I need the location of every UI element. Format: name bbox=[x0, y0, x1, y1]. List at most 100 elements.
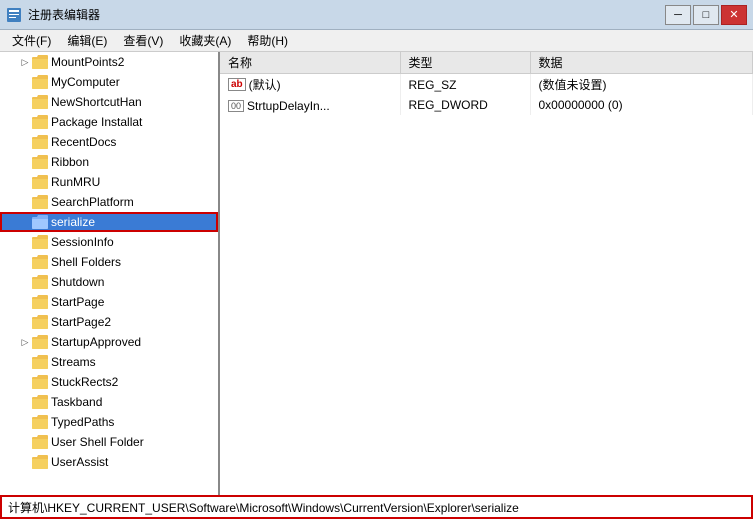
window-title: 注册表编辑器 bbox=[28, 6, 100, 23]
folder-icon bbox=[32, 295, 48, 309]
title-bar: 注册表编辑器 ─ □ ✕ bbox=[0, 0, 753, 30]
menu-edit[interactable]: 编辑(E) bbox=[59, 30, 115, 51]
tree-item-MountPoints2[interactable]: MountPoints2 bbox=[0, 52, 218, 72]
registry-table: 名称 类型 数据 ab (默认) REG_SZ (数值未设置) bbox=[220, 52, 753, 115]
table-row[interactable]: ab (默认) REG_SZ (数值未设置) bbox=[220, 74, 753, 96]
col-name: 名称 bbox=[220, 52, 400, 74]
tree-item-Streams[interactable]: Streams bbox=[0, 352, 218, 372]
expand-icon bbox=[18, 255, 32, 269]
title-bar-left: 注册表编辑器 bbox=[6, 6, 100, 23]
tree-item-Ribbon[interactable]: Ribbon bbox=[0, 152, 218, 172]
folder-icon bbox=[32, 415, 48, 429]
tree-item-ShellFolders[interactable]: Shell Folders bbox=[0, 252, 218, 272]
menu-file[interactable]: 文件(F) bbox=[4, 30, 59, 51]
tree-item-UserAssist[interactable]: UserAssist bbox=[0, 452, 218, 472]
menu-view[interactable]: 查看(V) bbox=[115, 30, 171, 51]
tree-label: Taskband bbox=[51, 395, 102, 409]
hex-icon: 00 bbox=[228, 100, 244, 112]
folder-icon bbox=[32, 215, 48, 229]
expand-icon bbox=[18, 175, 32, 189]
tree-label: StartupApproved bbox=[51, 335, 141, 349]
folder-icon bbox=[32, 435, 48, 449]
expand-icon bbox=[18, 215, 32, 229]
expand-icon bbox=[18, 315, 32, 329]
tree-label: StuckRects2 bbox=[51, 375, 118, 389]
tree-label: StartPage bbox=[51, 295, 104, 309]
folder-icon bbox=[32, 235, 48, 249]
folder-icon bbox=[32, 195, 48, 209]
tree-item-Shutdown[interactable]: Shutdown bbox=[0, 272, 218, 292]
col-type: 类型 bbox=[400, 52, 530, 74]
ab-icon: ab bbox=[228, 78, 246, 91]
table-row[interactable]: 00 StrtupDelayIn... REG_DWORD 0x00000000… bbox=[220, 95, 753, 115]
folder-icon bbox=[32, 455, 48, 469]
tree-label: serialize bbox=[51, 215, 95, 229]
tree-item-NewShortcutHan[interactable]: NewShortcutHan bbox=[0, 92, 218, 112]
folder-icon bbox=[32, 175, 48, 189]
tree-item-SessionInfo[interactable]: SessionInfo bbox=[0, 232, 218, 252]
expand-icon bbox=[18, 415, 32, 429]
expand-icon bbox=[18, 135, 32, 149]
folder-icon bbox=[32, 55, 48, 69]
right-panel[interactable]: 名称 类型 数据 ab (默认) REG_SZ (数值未设置) bbox=[220, 52, 753, 495]
folder-icon bbox=[32, 115, 48, 129]
folder-icon bbox=[32, 255, 48, 269]
tree-item-MyComputer[interactable]: MyComputer bbox=[0, 72, 218, 92]
folder-icon bbox=[32, 395, 48, 409]
maximize-button[interactable]: □ bbox=[693, 5, 719, 25]
folder-icon bbox=[32, 375, 48, 389]
main-content: MountPoints2 MyComputer NewShortcutHan P… bbox=[0, 52, 753, 495]
folder-icon bbox=[32, 135, 48, 149]
tree-label: Streams bbox=[51, 355, 96, 369]
expand-icon bbox=[18, 455, 32, 469]
expand-icon bbox=[18, 355, 32, 369]
tree-item-StuckRects2[interactable]: StuckRects2 bbox=[0, 372, 218, 392]
tree-item-UserShellFolder[interactable]: User Shell Folder bbox=[0, 432, 218, 452]
menu-bar: 文件(F) 编辑(E) 查看(V) 收藏夹(A) 帮助(H) bbox=[0, 30, 753, 52]
title-bar-buttons: ─ □ ✕ bbox=[665, 5, 747, 25]
expand-icon[interactable] bbox=[18, 55, 32, 69]
expand-icon bbox=[18, 395, 32, 409]
tree-label: MyComputer bbox=[51, 75, 120, 89]
close-button[interactable]: ✕ bbox=[721, 5, 747, 25]
tree-label: Shell Folders bbox=[51, 255, 121, 269]
tree-label: SearchPlatform bbox=[51, 195, 134, 209]
tree-item-Taskband[interactable]: Taskband bbox=[0, 392, 218, 412]
tree-label: StartPage2 bbox=[51, 315, 111, 329]
tree-panel[interactable]: MountPoints2 MyComputer NewShortcutHan P… bbox=[0, 52, 220, 495]
cell-type: REG_DWORD bbox=[400, 95, 530, 115]
tree-label: TypedPaths bbox=[51, 415, 114, 429]
tree-label: Shutdown bbox=[51, 275, 104, 289]
tree-item-RecentDocs[interactable]: RecentDocs bbox=[0, 132, 218, 152]
tree-item-StartPage[interactable]: StartPage bbox=[0, 292, 218, 312]
tree-item-SearchPlatform[interactable]: SearchPlatform bbox=[0, 192, 218, 212]
tree-item-StartPage2[interactable]: StartPage2 bbox=[0, 312, 218, 332]
folder-icon bbox=[32, 75, 48, 89]
tree-item-StartupApproved[interactable]: StartupApproved bbox=[0, 332, 218, 352]
expand-icon bbox=[18, 195, 32, 209]
regedit-icon bbox=[6, 7, 22, 23]
tree-item-TypedPaths[interactable]: TypedPaths bbox=[0, 412, 218, 432]
tree-label: Package Installat bbox=[51, 115, 142, 129]
tree-item-RunMRU[interactable]: RunMRU bbox=[0, 172, 218, 192]
tree-label: User Shell Folder bbox=[51, 435, 144, 449]
cell-data: 0x00000000 (0) bbox=[530, 95, 753, 115]
tree-label: RecentDocs bbox=[51, 135, 116, 149]
status-bar: 计算机\HKEY_CURRENT_USER\Software\Microsoft… bbox=[0, 495, 753, 519]
cell-data: (数值未设置) bbox=[530, 74, 753, 96]
minimize-button[interactable]: ─ bbox=[665, 5, 691, 25]
cell-type: REG_SZ bbox=[400, 74, 530, 96]
expand-icon bbox=[18, 235, 32, 249]
expand-icon bbox=[18, 155, 32, 169]
expand-icon bbox=[18, 375, 32, 389]
expand-icon[interactable] bbox=[18, 335, 32, 349]
folder-icon bbox=[32, 155, 48, 169]
expand-icon bbox=[18, 75, 32, 89]
tree-item-serialize[interactable]: serialize bbox=[0, 212, 218, 232]
expand-icon bbox=[18, 115, 32, 129]
folder-icon bbox=[32, 335, 48, 349]
tree-label: RunMRU bbox=[51, 175, 100, 189]
menu-favorites[interactable]: 收藏夹(A) bbox=[171, 30, 239, 51]
tree-item-PackageInstallat[interactable]: Package Installat bbox=[0, 112, 218, 132]
menu-help[interactable]: 帮助(H) bbox=[239, 30, 296, 51]
